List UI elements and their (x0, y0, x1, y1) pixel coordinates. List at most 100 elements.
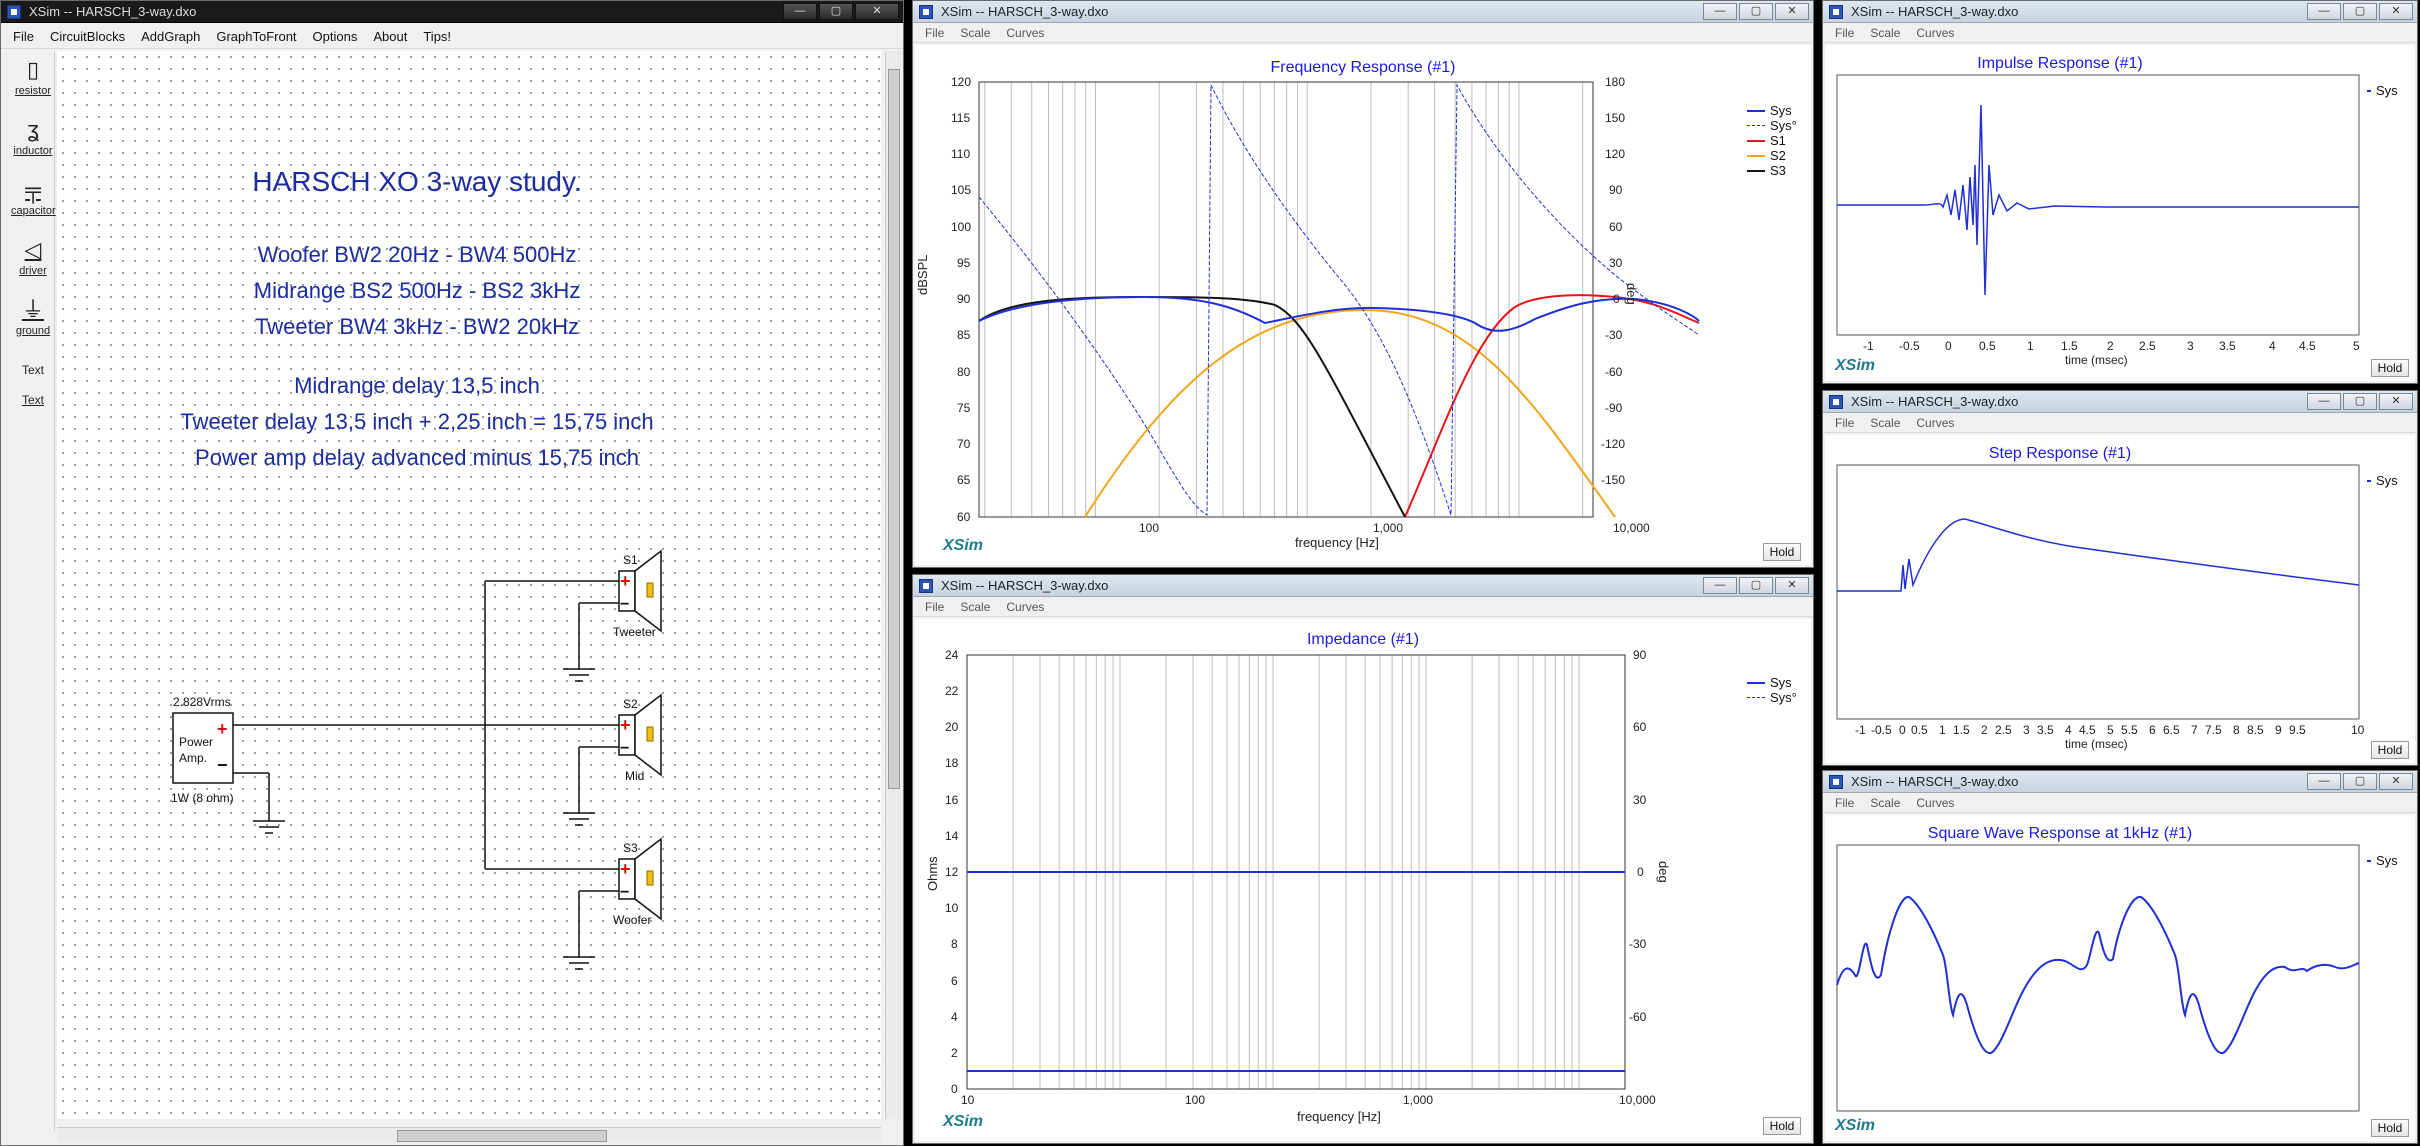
tool-ground[interactable]: ⏚ ground (11, 297, 55, 337)
curve-sys (1837, 104, 2359, 296)
menu-file[interactable]: File (1827, 416, 1862, 430)
square-wave-window: XSim -- HARSCH_3-way.dxo — ▢ ✕ File Scal… (1822, 770, 2418, 1144)
minimize-button[interactable]: — (1703, 577, 1737, 594)
minimize-button[interactable]: — (1703, 3, 1737, 20)
menu-curves[interactable]: Curves (998, 26, 1052, 40)
maximize-button[interactable]: ▢ (819, 3, 853, 20)
maximize-button[interactable]: ▢ (2343, 773, 2377, 790)
close-button[interactable]: ✕ (2379, 3, 2413, 20)
menu-curves[interactable]: Curves (1908, 416, 1962, 430)
menu-file[interactable]: File (917, 26, 952, 40)
minimize-button[interactable]: — (2307, 393, 2341, 410)
menu-options[interactable]: Options (305, 29, 366, 44)
imp-y2tick: 60 (1633, 720, 1647, 734)
menu-file[interactable]: File (917, 600, 952, 614)
legend-s2[interactable]: S2 (1747, 148, 1797, 163)
legend-s3[interactable]: S3 (1747, 163, 1797, 178)
hold-button[interactable]: Hold (2371, 741, 2409, 759)
resistor-icon: ▯ (26, 57, 40, 82)
tool-text[interactable]: Text (11, 363, 55, 377)
vertical-scroll-thumb[interactable] (888, 69, 900, 789)
freq-ytick: 90 (957, 292, 971, 306)
freq-y2tick: 180 (1605, 75, 1626, 89)
maximize-button[interactable]: ▢ (2343, 393, 2377, 410)
freq-xtick: 10,000 (1613, 521, 1650, 535)
menu-curves[interactable]: Curves (998, 600, 1052, 614)
hold-button[interactable]: Hold (1763, 543, 1801, 561)
square-plot-area[interactable]: Square Wave Response at 1kHz (#1) Sys XS… (1825, 815, 2415, 1141)
close-button[interactable]: ✕ (855, 3, 899, 20)
square-legend: Sys (2367, 853, 2398, 868)
legend-sys[interactable]: Sys (2367, 473, 2398, 488)
driver-s3-id: S3 (623, 841, 638, 855)
editor-title: XSim -- HARSCH_3-way.dxo (29, 4, 197, 19)
minimize-button[interactable]: — (783, 3, 817, 20)
menu-scale[interactable]: Scale (1862, 796, 1908, 810)
editor-horizontal-scrollbar[interactable] (57, 1127, 881, 1143)
legend-s1[interactable]: S1 (1747, 133, 1797, 148)
step-xtick: 1.5 (1953, 723, 1970, 737)
impedance-titlebar[interactable]: XSim -- HARSCH_3-way.dxo — ▢ ✕ (913, 575, 1813, 597)
menu-about[interactable]: About (365, 29, 415, 44)
editor-titlebar[interactable]: XSim -- HARSCH_3-way.dxo — ▢ ✕ (1, 1, 903, 23)
impedance-plot-area[interactable]: Impedance (#1) 24 22 20 18 16 14 12 10 8… (915, 619, 1811, 1141)
step-plot-area[interactable]: Step Response (#1) -1 -0.5 0 0.5 1 1.5 2… (1825, 435, 2415, 763)
tool-driver[interactable]: ◁ driver (11, 237, 55, 277)
legend-sys[interactable]: Sys (2367, 853, 2398, 868)
freq-ytick: 75 (957, 401, 971, 415)
hold-button[interactable]: Hold (2371, 1119, 2409, 1137)
legend-sys[interactable]: Sys (1747, 103, 1797, 118)
hold-button[interactable]: Hold (2371, 359, 2409, 377)
impulse-plot-area[interactable]: Impulse Response (#1) -1 -0.5 0 0.5 1 1.… (1825, 45, 2415, 381)
freq-titlebar[interactable]: XSim -- HARSCH_3-way.dxo — ▢ ✕ (913, 1, 1813, 23)
impulse-xtick: 3 (2187, 339, 2194, 353)
menu-curves[interactable]: Curves (1908, 796, 1962, 810)
tool-capacitor[interactable]: ╤ capacitor (11, 177, 56, 217)
menu-file[interactable]: File (1827, 796, 1862, 810)
step-xtick: 2.5 (1995, 723, 2012, 737)
editor-vertical-scrollbar[interactable] (885, 51, 901, 1119)
horizontal-scroll-thumb[interactable] (397, 1130, 607, 1142)
menu-scale[interactable]: Scale (952, 26, 998, 40)
menu-file[interactable]: File (5, 29, 42, 44)
maximize-button[interactable]: ▢ (1739, 3, 1773, 20)
menu-circuitblocks[interactable]: CircuitBlocks (42, 29, 133, 44)
schematic-canvas[interactable]: HARSCH XO 3-way study. Woofer BW2 20Hz -… (57, 51, 881, 1119)
step-legend: Sys (2367, 473, 2398, 488)
amp-voltage: 2.828Vrms (173, 695, 231, 709)
svg-text:−: − (620, 884, 629, 901)
close-button[interactable]: ✕ (1775, 3, 1809, 20)
menu-file[interactable]: File (1827, 26, 1862, 40)
close-button[interactable]: ✕ (2379, 773, 2413, 790)
tool-inductor[interactable]: ʓ inductor (11, 117, 55, 157)
legend-sys[interactable]: Sys (1747, 675, 1797, 690)
step-titlebar[interactable]: XSim -- HARSCH_3-way.dxo — ▢ ✕ (1823, 391, 2417, 413)
menu-graphtofront[interactable]: GraphToFront (208, 29, 304, 44)
menu-tips[interactable]: Tips! (415, 29, 459, 44)
tool-text-link[interactable]: Text (11, 393, 55, 407)
legend-sys[interactable]: Sys (2367, 83, 2398, 98)
legend-sys-phase[interactable]: Sys° (1747, 690, 1797, 705)
imp-xtick: 10 (961, 1093, 975, 1107)
step-xtick: 10 (2351, 723, 2365, 737)
tool-resistor[interactable]: ▯ resistor (11, 57, 55, 97)
hold-button[interactable]: Hold (1763, 1117, 1801, 1135)
maximize-button[interactable]: ▢ (1739, 577, 1773, 594)
legend-sys-phase[interactable]: Sys° (1747, 118, 1797, 133)
minimize-button[interactable]: — (2307, 773, 2341, 790)
menu-scale[interactable]: Scale (1862, 416, 1908, 430)
menu-scale[interactable]: Scale (952, 600, 998, 614)
menu-curves[interactable]: Curves (1908, 26, 1962, 40)
minimize-button[interactable]: — (2307, 3, 2341, 20)
close-button[interactable]: ✕ (1775, 577, 1809, 594)
menu-scale[interactable]: Scale (1862, 26, 1908, 40)
menu-addgraph[interactable]: AddGraph (133, 29, 208, 44)
freq-plot-area[interactable]: Frequency Response (#1) 120 115 110 105 … (915, 45, 1811, 565)
square-titlebar[interactable]: XSim -- HARSCH_3-way.dxo — ▢ ✕ (1823, 771, 2417, 793)
curve-sys (1837, 518, 2360, 592)
close-button[interactable]: ✕ (2379, 393, 2413, 410)
maximize-button[interactable]: ▢ (2343, 3, 2377, 20)
frequency-response-chart (978, 81, 1700, 518)
impulse-titlebar[interactable]: XSim -- HARSCH_3-way.dxo — ▢ ✕ (1823, 1, 2417, 23)
curve-sys (1836, 896, 2360, 1055)
